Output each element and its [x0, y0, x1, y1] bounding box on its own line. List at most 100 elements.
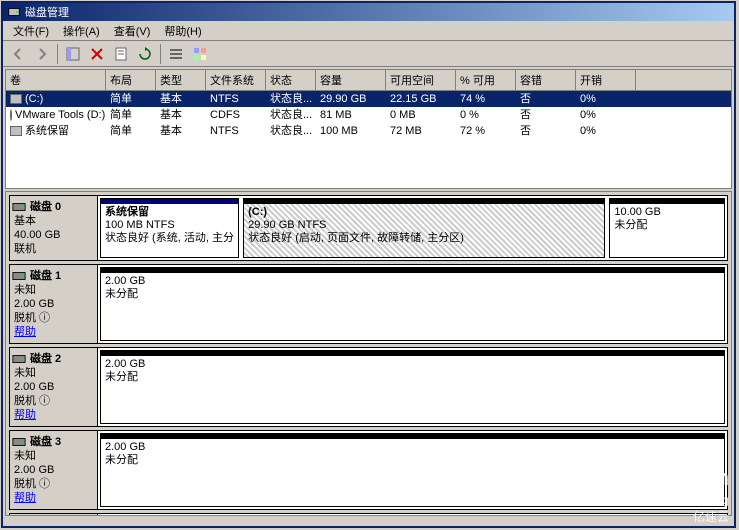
help-link[interactable]: 帮助	[14, 492, 36, 504]
disk-management-window: 磁盘管理 文件(F) 操作(A) 查看(V) 帮助(H) 卷 布局 类型 文件系…	[1, 1, 736, 528]
list-view-button[interactable]	[165, 43, 187, 65]
back-button[interactable]	[7, 43, 29, 65]
disk-name: 磁盘 0	[30, 200, 93, 214]
vol-name: (C:)	[25, 93, 43, 105]
disk-status: 脱机 ⓘ	[14, 477, 93, 491]
menu-view[interactable]: 查看(V)	[108, 21, 157, 41]
disk-status: 联机	[14, 242, 93, 256]
cd-icon	[10, 109, 12, 121]
properties-button[interactable]	[110, 43, 132, 65]
disk-info[interactable]: 磁盘 4 未知 2.00 GB 脱机 ⓘ 帮助	[10, 514, 98, 516]
partition[interactable]: 系统保留 100 MB NTFS 状态良好 (系统, 活动, 主分	[100, 198, 239, 258]
disk-icon	[12, 352, 26, 366]
menu-file[interactable]: 文件(F)	[7, 21, 55, 41]
disk-graphical-view[interactable]: 磁盘 0 基本 40.00 GB 联机 系统保留 100 MB NTFS 状态良…	[5, 191, 732, 516]
col-pct[interactable]: % 可用	[456, 70, 516, 90]
disk-row: 磁盘 2 未知 2.00 GB 脱机 ⓘ 帮助 2.00 GB 未分配	[9, 347, 728, 427]
col-volume[interactable]: 卷	[6, 70, 106, 90]
disk-type: 未知	[14, 449, 93, 463]
col-capacity[interactable]: 容量	[316, 70, 386, 90]
disk-icon	[12, 435, 26, 449]
window-title: 磁盘管理	[25, 4, 69, 20]
toolbar	[3, 41, 734, 67]
toolbar-separator	[57, 44, 58, 64]
col-type[interactable]: 类型	[156, 70, 206, 90]
disk-type: 未知	[14, 283, 93, 297]
disk-info[interactable]: 磁盘 2 未知 2.00 GB 脱机 ⓘ 帮助	[10, 348, 98, 426]
titlebar[interactable]: 磁盘管理	[3, 3, 734, 21]
part-status: 未分配	[105, 454, 138, 466]
disk-name: 磁盘 1	[30, 269, 93, 283]
help-link[interactable]: 帮助	[14, 326, 36, 338]
disk-info[interactable]: 磁盘 3 未知 2.00 GB 脱机 ⓘ 帮助	[10, 431, 98, 509]
help-link[interactable]: 帮助	[14, 409, 36, 421]
disk-name: 磁盘 3	[30, 435, 93, 449]
col-status[interactable]: 状态	[266, 70, 316, 90]
part-size: 100 MB NTFS	[105, 219, 175, 231]
volume-row[interactable]: VMware Tools (D:) 简单 基本 CDFS 状态良... 81 M…	[6, 107, 731, 123]
col-oh[interactable]: 开销	[576, 70, 636, 90]
vol-name: 系统保留	[25, 125, 69, 137]
disk-row: 磁盘 1 未知 2.00 GB 脱机 ⓘ 帮助 2.00 GB 未分配	[9, 264, 728, 344]
disk-icon	[12, 200, 26, 214]
graphical-view-button[interactable]	[189, 43, 211, 65]
part-size: 2.00 GB	[105, 275, 145, 287]
disk-allocation: 2.00 GB 未分配	[98, 431, 727, 509]
partition[interactable]: (C:) 29.90 GB NTFS 状态良好 (启动, 页面文件, 故障转储,…	[243, 198, 605, 258]
disk-allocation: 系统保留 100 MB NTFS 状态良好 (系统, 活动, 主分 (C:) 2…	[98, 196, 727, 260]
part-status: 未分配	[105, 371, 138, 383]
partition[interactable]: 10.00 GB 未分配	[609, 198, 725, 258]
delete-button[interactable]	[86, 43, 108, 65]
part-status: 未分配	[614, 219, 647, 231]
col-layout[interactable]: 布局	[106, 70, 156, 90]
toolbar-separator	[160, 44, 161, 64]
drive-icon	[10, 94, 22, 104]
part-size: 2.00 GB	[105, 358, 145, 370]
disk-allocation: 2.00 GB 未分配	[98, 514, 727, 516]
part-status: 未分配	[105, 288, 138, 300]
disk-size: 40.00 GB	[14, 228, 93, 242]
disk-status: 脱机 ⓘ	[14, 311, 93, 325]
part-title: 系统保留	[105, 206, 149, 218]
list-header: 卷 布局 类型 文件系统 状态 容量 可用空间 % 可用 容错 开销	[6, 70, 731, 91]
disk-type: 基本	[14, 214, 93, 228]
volume-row[interactable]: (C:) 简单 基本 NTFS 状态良... 29.90 GB 22.15 GB…	[6, 91, 731, 107]
col-ft[interactable]: 容错	[516, 70, 576, 90]
disk-size: 2.00 GB	[14, 297, 93, 311]
partition[interactable]: 2.00 GB 未分配	[100, 350, 725, 424]
disk-allocation: 2.00 GB 未分配	[98, 265, 727, 343]
menu-help[interactable]: 帮助(H)	[158, 21, 207, 41]
part-title: (C:)	[248, 206, 267, 218]
volume-row[interactable]: 系统保留 简单 基本 NTFS 状态良... 100 MB 72 MB 72 %…	[6, 123, 731, 139]
menubar: 文件(F) 操作(A) 查看(V) 帮助(H)	[3, 21, 734, 41]
disk-icon	[12, 269, 26, 283]
disk-name: 磁盘 2	[30, 352, 93, 366]
app-icon	[7, 5, 21, 19]
disk-row: 磁盘 0 基本 40.00 GB 联机 系统保留 100 MB NTFS 状态良…	[9, 195, 728, 261]
disk-type: 未知	[14, 366, 93, 380]
disk-size: 2.00 GB	[14, 380, 93, 394]
vol-name: VMware Tools (D:)	[15, 109, 105, 121]
menu-action[interactable]: 操作(A)	[57, 21, 106, 41]
col-free[interactable]: 可用空间	[386, 70, 456, 90]
part-status: 状态良好 (系统, 活动, 主分	[105, 232, 234, 244]
refresh-button[interactable]	[134, 43, 156, 65]
col-fs[interactable]: 文件系统	[206, 70, 266, 90]
disk-size: 2.00 GB	[14, 463, 93, 477]
disk-allocation: 2.00 GB 未分配	[98, 348, 727, 426]
disk-row: 磁盘 4 未知 2.00 GB 脱机 ⓘ 帮助 2.00 GB 未分配	[9, 513, 728, 516]
disk-info[interactable]: 磁盘 1 未知 2.00 GB 脱机 ⓘ 帮助	[10, 265, 98, 343]
disk-row: 磁盘 3 未知 2.00 GB 脱机 ⓘ 帮助 2.00 GB 未分配	[9, 430, 728, 510]
console-tree-button[interactable]	[62, 43, 84, 65]
disk-info[interactable]: 磁盘 0 基本 40.00 GB 联机	[10, 196, 98, 260]
part-status: 状态良好 (启动, 页面文件, 故障转储, 主分区)	[248, 232, 464, 244]
forward-button[interactable]	[31, 43, 53, 65]
volume-list[interactable]: 卷 布局 类型 文件系统 状态 容量 可用空间 % 可用 容错 开销 (C:) …	[5, 69, 732, 189]
part-size: 10.00 GB	[614, 206, 660, 218]
partition[interactable]: 2.00 GB 未分配	[100, 433, 725, 507]
part-size: 2.00 GB	[105, 441, 145, 453]
disk-status: 脱机 ⓘ	[14, 394, 93, 408]
partition[interactable]: 2.00 GB 未分配	[100, 267, 725, 341]
part-size: 29.90 GB NTFS	[248, 219, 326, 231]
drive-icon	[10, 126, 22, 136]
